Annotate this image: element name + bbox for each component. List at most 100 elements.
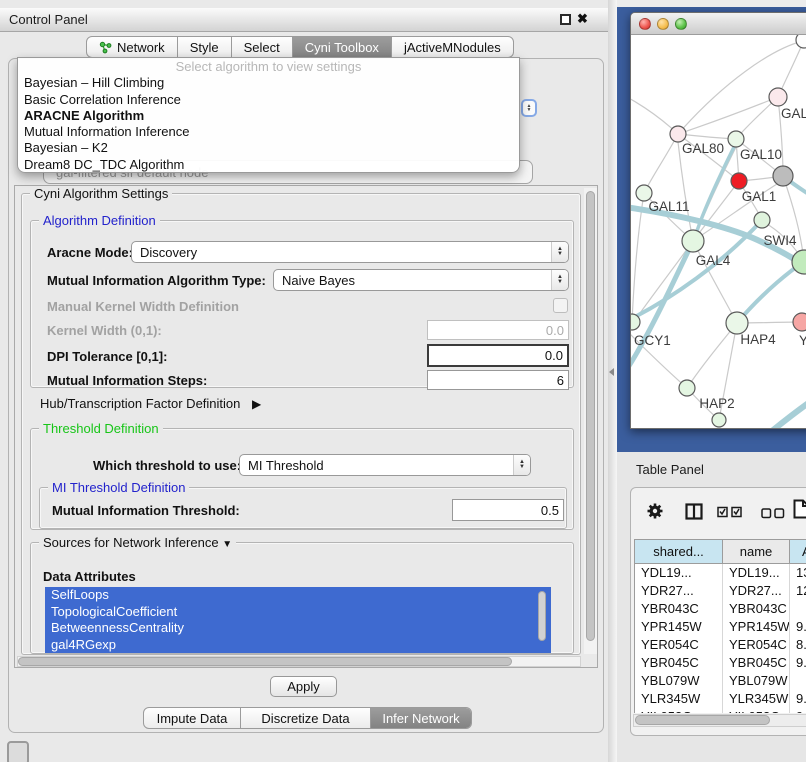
network-edge[interactable] bbox=[631, 97, 678, 134]
table-cell[interactable]: YLR345W bbox=[635, 690, 723, 708]
tab-infer-network[interactable]: Infer Network bbox=[371, 708, 471, 728]
dpi-tolerance-field[interactable]: 0.0 bbox=[427, 344, 569, 367]
data-attribute-item[interactable]: SelfLoops bbox=[45, 587, 551, 604]
table-cell[interactable]: YIL053C bbox=[635, 708, 723, 713]
network-canvas[interactable]: GALGAL80GAL10GAL1GAL11SWI4GAL4GCY1HAP4YH… bbox=[631, 35, 806, 429]
table-cell[interactable]: YPR145W bbox=[635, 618, 723, 636]
zoom-traffic-light[interactable] bbox=[675, 18, 687, 30]
table-cell[interactable]: YDL19... bbox=[723, 564, 790, 582]
table-row[interactable]: YDL19...YDL19...13 bbox=[635, 564, 806, 582]
algorithm-option[interactable]: Bayesian – Hill Climbing bbox=[18, 75, 519, 91]
hub-tf-definition-toggle[interactable]: Hub/Transcription Factor Definition ▶ bbox=[40, 396, 261, 411]
tab-discretize-data[interactable]: Discretize Data bbox=[241, 708, 371, 728]
algorithm-combo-stepper[interactable]: ▲▼ bbox=[521, 99, 537, 117]
kernel-width-field[interactable]: 0.0 bbox=[427, 320, 569, 340]
table-row[interactable]: YBR045CYBR045C9. bbox=[635, 654, 806, 672]
table-column-header[interactable]: A bbox=[790, 540, 806, 564]
table-column-header[interactable]: name bbox=[723, 540, 790, 564]
mi-threshold-field[interactable]: 0.5 bbox=[452, 499, 564, 521]
algorithm-option[interactable]: ARACNE Algorithm bbox=[18, 108, 519, 124]
network-node-hap4[interactable] bbox=[726, 312, 748, 334]
network-node-gal1[interactable] bbox=[731, 173, 747, 189]
algorithm-option[interactable]: Bayesian – K2 bbox=[18, 140, 519, 156]
which-threshold-combo[interactable]: MI Threshold ▲▼ bbox=[239, 454, 531, 476]
tab-style[interactable]: Style bbox=[178, 37, 232, 57]
dock-mini-button[interactable] bbox=[7, 741, 29, 762]
network-window-titlebar[interactable] bbox=[631, 13, 806, 35]
network-node-swi4[interactable] bbox=[754, 212, 770, 228]
gear-icon[interactable] bbox=[646, 502, 664, 523]
table-row[interactable]: YPR145WYPR145W9. bbox=[635, 618, 806, 636]
table-cell[interactable]: YBL079W bbox=[723, 672, 790, 690]
unchecked-boxes-icon[interactable] bbox=[761, 507, 785, 522]
table-row[interactable]: YIL053CYIL053C9 bbox=[635, 708, 806, 713]
minimize-traffic-light[interactable] bbox=[657, 18, 669, 30]
tab-impute-data[interactable]: Impute Data bbox=[144, 708, 241, 728]
table-cell[interactable]: YBR043C bbox=[723, 600, 790, 618]
table-row[interactable]: YBR043CYBR043C bbox=[635, 600, 806, 618]
network-edge[interactable] bbox=[767, 389, 806, 429]
tab-network[interactable]: Network bbox=[87, 37, 178, 57]
apply-button[interactable]: Apply bbox=[270, 676, 337, 697]
network-node[interactable] bbox=[773, 166, 793, 186]
table-cell[interactable]: YBR045C bbox=[635, 654, 723, 672]
algorithm-option[interactable]: Mutual Information Inference bbox=[18, 124, 519, 140]
table-cell[interactable]: 9 bbox=[790, 708, 806, 713]
close-icon[interactable]: ✖ bbox=[577, 11, 588, 27]
manual-kernel-checkbox[interactable] bbox=[553, 298, 568, 313]
table-cell[interactable]: 8. bbox=[790, 636, 806, 654]
table-cell[interactable]: YIL053C bbox=[723, 708, 790, 713]
aracne-mode-combo[interactable]: Discovery ▲▼ bbox=[131, 241, 569, 263]
table-cell[interactable]: 9. bbox=[790, 690, 806, 708]
data-attributes-list[interactable]: SelfLoopsTopologicalCoefficientBetweenne… bbox=[45, 587, 551, 653]
page-icon[interactable] bbox=[793, 499, 806, 522]
tab-cyni-toolbox[interactable]: Cyni Toolbox bbox=[293, 37, 392, 57]
network-node[interactable] bbox=[796, 35, 806, 48]
table-column-header[interactable]: shared... bbox=[635, 540, 723, 564]
table-cell[interactable]: YPR145W bbox=[723, 618, 790, 636]
data-attribute-item[interactable]: BetweennessCentrality bbox=[45, 620, 551, 637]
divider-collapse-icon[interactable] bbox=[609, 368, 614, 376]
table-cell[interactable]: YDL19... bbox=[635, 564, 723, 582]
table-cell[interactable] bbox=[790, 672, 806, 690]
split-divider[interactable] bbox=[608, 0, 617, 762]
table-cell[interactable]: YBL079W bbox=[635, 672, 723, 690]
table-cell[interactable]: YDR27... bbox=[635, 582, 723, 600]
table-cell[interactable]: YER054C bbox=[635, 636, 723, 654]
network-edge[interactable] bbox=[678, 142, 693, 241]
table-cell[interactable]: 9. bbox=[790, 654, 806, 672]
network-node-hap2[interactable] bbox=[679, 380, 695, 396]
sources-title[interactable]: Sources for Network Inference ▼ bbox=[39, 535, 236, 550]
network-node[interactable] bbox=[712, 413, 726, 427]
network-node-gal4[interactable] bbox=[682, 230, 704, 252]
algorithm-option[interactable]: Basic Correlation Inference bbox=[18, 92, 519, 108]
data-attribute-item[interactable]: TopologicalCoefficient bbox=[45, 604, 551, 621]
float-window-icon[interactable] bbox=[560, 14, 571, 25]
network-node-gal80[interactable] bbox=[670, 126, 686, 142]
table-hscroll-thumb[interactable] bbox=[635, 715, 770, 725]
tab-jactivemnodules[interactable]: jActiveMNodules bbox=[392, 37, 513, 57]
network-edge[interactable] bbox=[678, 97, 778, 134]
table-cell[interactable]: YBR045C bbox=[723, 654, 790, 672]
checked-boxes-icon[interactable] bbox=[717, 506, 743, 521]
network-edge[interactable] bbox=[631, 241, 693, 369]
mi-type-combo[interactable]: Naive Bayes ▲▼ bbox=[273, 269, 569, 291]
table-cell[interactable]: YBR043C bbox=[635, 600, 723, 618]
table-cell[interactable]: 12 bbox=[790, 582, 806, 600]
tab-select[interactable]: Select bbox=[232, 37, 293, 57]
network-edge[interactable] bbox=[633, 241, 693, 323]
algorithm-option[interactable]: Dream8 DC_TDC Algorithm bbox=[18, 157, 519, 173]
table-row[interactable]: YDR27...YDR27...12 bbox=[635, 582, 806, 600]
table-cell[interactable]: YER054C bbox=[723, 636, 790, 654]
table-cell[interactable]: YLR345W bbox=[723, 690, 790, 708]
network-node-gal[interactable] bbox=[769, 88, 787, 106]
network-edge[interactable] bbox=[678, 134, 736, 139]
network-node-gal10[interactable] bbox=[728, 131, 744, 147]
mi-steps-field[interactable]: 6 bbox=[427, 370, 569, 390]
close-traffic-light[interactable] bbox=[639, 18, 651, 30]
network-node-y[interactable] bbox=[793, 313, 806, 331]
table-cell[interactable]: 9. bbox=[790, 618, 806, 636]
table-row[interactable]: YBL079WYBL079W bbox=[635, 672, 806, 690]
settings-hscroll-thumb[interactable] bbox=[18, 657, 512, 666]
table-cell[interactable] bbox=[790, 600, 806, 618]
